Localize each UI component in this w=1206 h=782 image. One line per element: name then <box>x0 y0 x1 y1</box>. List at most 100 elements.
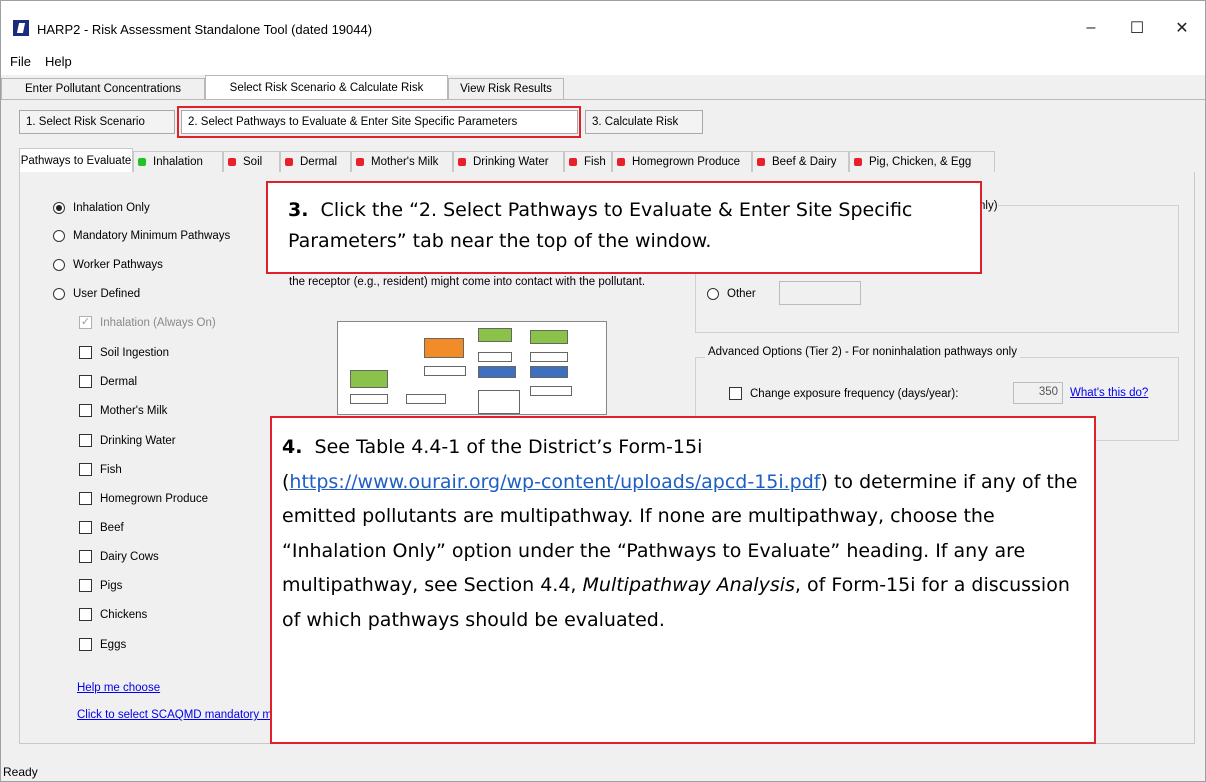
radio-mandatory-minimum[interactable]: Mandatory Minimum Pathways <box>53 230 230 242</box>
tab-label: Fish <box>584 156 606 168</box>
tab-inhalation[interactable]: Inhalation <box>133 151 223 172</box>
checkbox-icon <box>729 387 742 400</box>
tab-pathways-to-evaluate[interactable]: Pathways to Evaluate <box>19 148 133 173</box>
checkbox-label: Homegrown Produce <box>100 492 209 505</box>
checkbox-dermal[interactable]: Dermal <box>79 375 137 388</box>
checkbox-icon <box>79 404 92 417</box>
step1-select-risk-scenario-button[interactable]: 1. Select Risk Scenario <box>19 110 175 134</box>
checkbox-label: Beef <box>100 521 124 534</box>
window-title: HARP2 - Risk Assessment Standalone Tool … <box>37 22 373 37</box>
pathway-diagram <box>337 321 607 415</box>
callout-number: 3. <box>288 199 309 221</box>
radio-label: Worker Pathways <box>73 259 163 271</box>
pathway-tab-strip: Pathways to Evaluate Inhalation Soil Der… <box>19 146 1195 173</box>
radio-other[interactable]: Other <box>707 288 756 300</box>
exposure-frequency-input[interactable]: 350 <box>1013 382 1063 404</box>
checkbox-icon <box>79 463 92 476</box>
checkbox-beef[interactable]: Beef <box>79 521 124 534</box>
help-me-choose-link[interactable]: Help me choose <box>77 682 160 694</box>
checkbox-dairy-cows[interactable]: Dairy Cows <box>79 550 159 563</box>
tab-view-risk-results[interactable]: View Risk Results <box>448 78 564 99</box>
checkbox-chickens[interactable]: Chickens <box>79 608 147 621</box>
app-window: HARP2 - Risk Assessment Standalone Tool … <box>0 0 1206 782</box>
checkbox-icon <box>79 375 92 388</box>
checkbox-label: Chickens <box>100 608 148 621</box>
tab-label: Dermal <box>300 156 338 168</box>
check-mark-icon: ✓ <box>79 316 92 329</box>
advanced-options-legend: Advanced Options (Tier 2) - For noninhal… <box>705 346 1020 358</box>
tab-drinking-water[interactable]: Drinking Water <box>453 151 564 172</box>
tab-label: Drinking Water <box>473 156 549 168</box>
form-15i-link[interactable]: https://www.ourair.org/wp-content/upload… <box>289 471 820 493</box>
status-green-icon <box>138 158 146 166</box>
checkbox-fish[interactable]: Fish <box>79 463 122 476</box>
whats-this-do-link[interactable]: What's this do? <box>1070 387 1148 399</box>
checkbox-label: Drinking Water <box>100 434 176 447</box>
pathway-description: the receptor (e.g., resident) might come… <box>289 276 646 288</box>
tab-label: Mother's Milk <box>371 156 439 168</box>
checkbox-label: Soil Ingestion <box>100 346 170 359</box>
radio-icon <box>53 259 65 271</box>
tab-soil[interactable]: Soil <box>223 151 280 172</box>
menu-help[interactable]: Help <box>45 54 72 69</box>
callout-text: See Table 4.4-1 of the District’s Form-1… <box>314 436 703 458</box>
radio-icon <box>707 288 719 300</box>
tab-label: Homegrown Produce <box>632 156 741 168</box>
tab-mothers-milk[interactable]: Mother's Milk <box>351 151 453 172</box>
highlight-step2 <box>177 106 581 138</box>
checkbox-mothers-milk[interactable]: Mother's Milk <box>79 404 167 417</box>
maximize-button[interactable]: ☐ <box>1114 13 1160 43</box>
instruction-callout-step-3: 3. Click the “2. Select Pathways to Eval… <box>266 181 982 274</box>
tab-homegrown-produce[interactable]: Homegrown Produce <box>612 151 752 172</box>
tab-label: Pathways to Evaluate <box>20 155 132 167</box>
close-button[interactable]: ✕ <box>1159 13 1205 43</box>
step3-calculate-risk-button[interactable]: 3. Calculate Risk <box>585 110 703 134</box>
menu-file[interactable]: File <box>10 54 31 69</box>
tab-label: Soil <box>243 156 263 168</box>
checkbox-icon <box>79 638 92 651</box>
menu-bar: File Help <box>1 47 1205 75</box>
checkbox-change-exposure-frequency[interactable]: Change exposure frequency (days/year): <box>729 387 958 400</box>
status-red-icon <box>757 158 765 166</box>
app-icon <box>13 20 29 36</box>
callout-text: Click the “2. Select Pathways to Evaluat… <box>288 199 913 252</box>
callout-italic-text: Multipathway Analysis <box>582 574 795 596</box>
radio-user-defined[interactable]: User Defined <box>53 288 140 300</box>
tab-label: Pig, Chicken, & Egg <box>869 156 972 168</box>
checkbox-soil-ingestion[interactable]: Soil Ingestion <box>79 346 169 359</box>
checkbox-icon <box>79 434 92 447</box>
status-text: Ready <box>3 765 38 779</box>
status-red-icon <box>228 158 236 166</box>
other-input[interactable] <box>779 281 861 305</box>
status-red-icon <box>458 158 466 166</box>
checkbox-icon <box>79 521 92 534</box>
checkbox-label: Change exposure frequency (days/year): <box>750 387 959 400</box>
checkbox-pigs[interactable]: Pigs <box>79 579 122 592</box>
checkbox-icon <box>79 492 92 505</box>
checkbox-label: Eggs <box>100 638 127 651</box>
tab-select-risk-scenario[interactable]: Select Risk Scenario & Calculate Risk <box>205 75 448 99</box>
radio-label: Mandatory Minimum Pathways <box>73 230 231 242</box>
checkbox-drinking-water[interactable]: Drinking Water <box>79 434 176 447</box>
tab-fish[interactable]: Fish <box>564 151 612 172</box>
checkbox-icon <box>79 550 92 563</box>
radio-label: Other <box>727 288 756 300</box>
minimize-button[interactable]: – <box>1068 13 1114 43</box>
checkbox-homegrown-produce[interactable]: Homegrown Produce <box>79 492 208 505</box>
tab-pig-chicken-egg[interactable]: Pig, Chicken, & Egg <box>849 151 995 172</box>
callout-number: 4. <box>282 436 303 458</box>
tab-dermal[interactable]: Dermal <box>280 151 351 172</box>
status-red-icon <box>569 158 577 166</box>
status-red-icon <box>356 158 364 166</box>
main-tab-strip: Enter Pollutant Concentrations Select Ri… <box>1 75 1205 100</box>
tab-enter-pollutant-concentrations[interactable]: Enter Pollutant Concentrations <box>1 78 205 99</box>
radio-label: Inhalation Only <box>73 202 150 214</box>
tab-beef-dairy[interactable]: Beef & Dairy <box>752 151 849 172</box>
checkbox-icon <box>79 579 92 592</box>
radio-worker-pathways[interactable]: Worker Pathways <box>53 259 163 271</box>
checkbox-eggs[interactable]: Eggs <box>79 638 126 651</box>
checkbox-inhalation-always-on: ✓ Inhalation (Always On) <box>79 316 216 329</box>
radio-icon <box>53 288 65 300</box>
radio-inhalation-only[interactable]: Inhalation Only <box>53 202 150 214</box>
radio-label: User Defined <box>73 288 141 300</box>
